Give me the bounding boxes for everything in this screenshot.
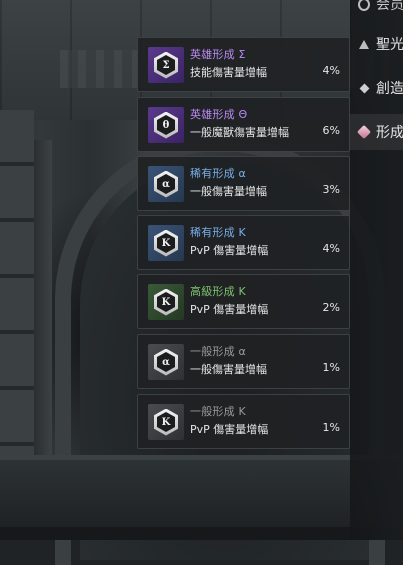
effect-card[interactable]: α 一般形成 α 一般傷害量增幅 1% <box>137 334 350 389</box>
side-menu-label: 聖光 <box>376 37 403 53</box>
effect-description: PvP 傷害量增幅 <box>190 303 269 316</box>
formation-badge-icon: K <box>148 225 184 261</box>
formation-badge-icon: θ <box>148 107 184 143</box>
side-menu-item-holy-light[interactable]: 聖光 <box>350 26 403 62</box>
effect-description: 一般傷害量增幅 <box>190 363 267 376</box>
effect-name: 英雄形成 Σ <box>190 48 246 61</box>
effect-name: 稀有形成 α <box>190 167 246 180</box>
effect-description: PvP 傷害量增幅 <box>190 244 269 257</box>
effect-name: 稀有形成 K <box>190 226 246 239</box>
effect-value: 6% <box>322 124 340 137</box>
side-menu-item-formation[interactable]: 形成 <box>350 114 403 150</box>
side-menu: 会员 聖光 創造 形成 <box>350 0 403 540</box>
side-menu-label: 形成 <box>376 125 403 141</box>
formation-badge-icon: α <box>148 344 184 380</box>
effect-value: 2% <box>322 301 340 314</box>
effect-card[interactable]: θ 英雄形成 Θ 一般魔獸傷害量增幅 6% <box>137 97 350 152</box>
side-menu-label: 会员 <box>376 0 403 13</box>
effect-card[interactable]: K 一般形成 K PvP 傷害量增幅 1% <box>137 394 350 449</box>
effect-name: 英雄形成 Θ <box>190 108 248 121</box>
formation-badge-icon: α <box>148 166 184 202</box>
side-menu-item-member[interactable]: 会员 <box>350 0 403 22</box>
side-menu-item-creation[interactable]: 創造 <box>350 70 403 106</box>
effect-value: 1% <box>322 361 340 374</box>
effect-value: 4% <box>322 242 340 255</box>
diamond-icon <box>358 82 370 94</box>
side-menu-label: 創造 <box>376 81 403 97</box>
effect-card[interactable]: K 稀有形成 K PvP 傷害量增幅 4% <box>137 215 350 270</box>
effect-description: PvP 傷害量增幅 <box>190 423 269 436</box>
floor-shadow <box>0 527 403 540</box>
effect-description: 一般魔獸傷害量增幅 <box>190 126 289 139</box>
formation-badge-icon: K <box>148 284 184 320</box>
effect-card[interactable]: α 稀有形成 α 一般傷害量增幅 3% <box>137 156 350 211</box>
ring-icon <box>358 0 370 11</box>
effect-card[interactable]: K 高級形成 K PvP 傷害量增幅 2% <box>137 274 350 329</box>
effect-name: 一般形成 K <box>190 405 246 418</box>
effect-description: 一般傷害量增幅 <box>190 185 267 198</box>
effect-description: 技能傷害量增幅 <box>190 66 267 79</box>
cube-icon <box>356 124 372 140</box>
formation-badge-icon: Σ <box>148 47 184 83</box>
effect-value: 3% <box>322 183 340 196</box>
effect-name: 高級形成 K <box>190 285 246 298</box>
formation-badge-icon: K <box>148 404 184 440</box>
effect-value: 1% <box>322 421 340 434</box>
effect-card[interactable]: Σ 英雄形成 Σ 技能傷害量增幅 4% <box>137 37 350 92</box>
effect-name: 一般形成 α <box>190 345 246 358</box>
triangle-icon <box>358 38 370 50</box>
effect-value: 4% <box>322 64 340 77</box>
